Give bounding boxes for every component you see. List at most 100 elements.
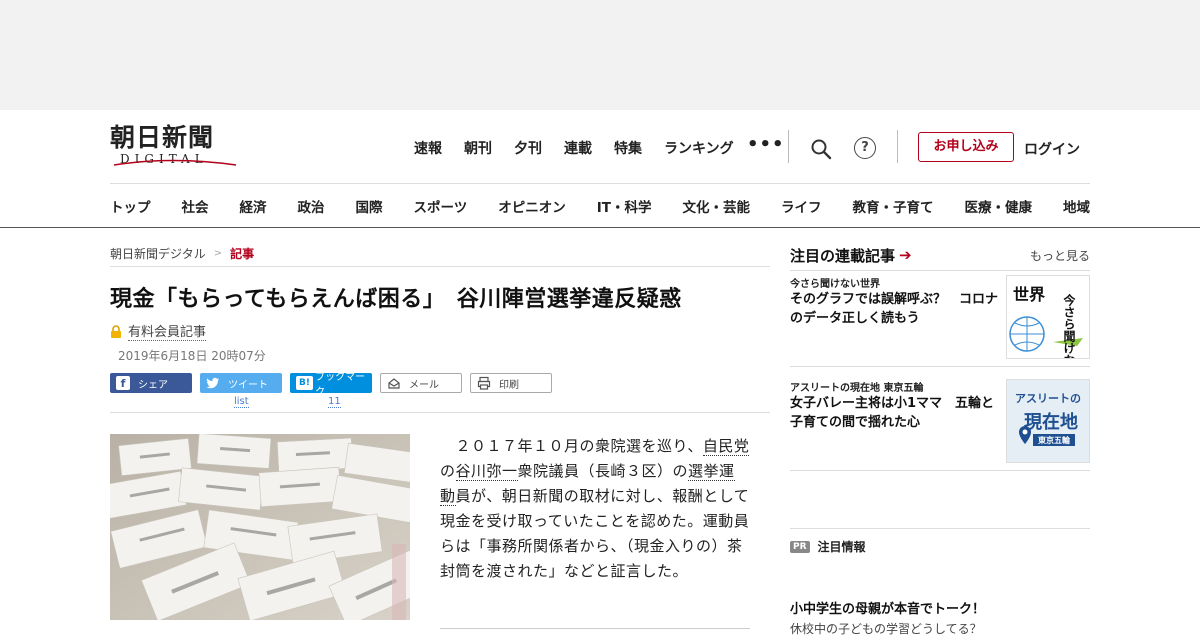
thumb-text-sekai: 世界 (1013, 285, 1045, 304)
category-health[interactable]: 医療・健康 (964, 196, 1032, 216)
category-opinion[interactable]: オピニオン (498, 196, 566, 216)
card-category: アスリートの現在地 東京五輪 (790, 383, 924, 394)
paid-member-text: 有料会員記事 (128, 321, 207, 341)
divider (110, 412, 770, 413)
hatena-bookmark-label: ブックマーク (315, 372, 366, 398)
body-text-4: 員が、朝日新聞の取材に対し、報酬として現金を受け取っていたことを認めた。運動員ら… (440, 487, 750, 580)
category-politics[interactable]: 政治 (298, 196, 325, 216)
print-icon (477, 376, 491, 390)
category-international[interactable]: 国際 (356, 196, 383, 216)
breadcrumb-home[interactable]: 朝日新聞デジタル (110, 245, 206, 262)
hatena-icon: B! (296, 376, 314, 390)
hatena-bookmark-button[interactable]: B! ブックマーク (290, 372, 372, 398)
thumb-text-genzaichi: 現在地 (1024, 411, 1078, 433)
topnav-sokuho[interactable]: 速報 (414, 138, 442, 158)
sidebar-heading-text: 注目の連載記事 (790, 246, 896, 265)
article-body: ２０１７年１０月の衆院選を巡り、自民党の谷川弥一衆院議員（長崎３区）の選挙運動員… (440, 434, 750, 584)
mail-share-label: メール (409, 379, 439, 391)
topnav-tokushu[interactable]: 特集 (614, 138, 642, 158)
body-text-3: 衆院議員（長崎３区）の (517, 462, 689, 480)
facebook-icon: f (116, 376, 130, 390)
card-thumbnail: 世界 今さら聞けない (1006, 275, 1090, 378)
site-logo[interactable]: 朝日新聞 DIGITAL (110, 124, 240, 168)
publish-date: 2019年6月18日 20時07分 (118, 349, 266, 363)
thumb-text-athlete: アスリートの (1015, 392, 1081, 405)
site-header: 朝日新聞 DIGITAL 速報 朝刊 夕刊 連載 特集 ランキング ••• ? … (0, 110, 1200, 228)
mail-share-button[interactable]: メール (380, 373, 462, 393)
category-sports[interactable]: スポーツ (414, 196, 468, 216)
help-icon[interactable]: ? (854, 137, 876, 159)
twitter-icon (206, 377, 219, 389)
sidebar-heading[interactable]: 注目の連載記事 ➔ (790, 245, 912, 266)
pr-heading: 注目情報 (817, 540, 866, 554)
logo-title: 朝日新聞 (110, 123, 215, 152)
card-category: 今さら聞けない世界 (790, 279, 880, 290)
breadcrumb: 朝日新聞デジタル > 記事 (110, 240, 770, 266)
article-headline: 現金「もらってもらえんば困る」 谷川陣営選挙違反疑惑 (110, 287, 682, 312)
facebook-share-label: シェア (138, 379, 168, 391)
thumb-text-tokyo: 東京五輪 (1038, 435, 1071, 445)
see-more-link[interactable]: もっと見る (1030, 247, 1090, 264)
article-main: 朝日新聞デジタル > 記事 現金「もらってもらえんば困る」 谷川陣営選挙違反疑惑… (110, 240, 770, 629)
serial-card[interactable]: 今さら聞けない世界 そのグラフでは誤解呼ぶ？ コロナのデータ正しく読もう 世界 … (790, 271, 1090, 378)
category-top[interactable]: トップ (110, 196, 151, 216)
divider (110, 266, 770, 267)
topnav-yukan[interactable]: 夕刊 (514, 138, 542, 158)
more-menu-icon[interactable]: ••• (747, 134, 785, 155)
topnav-choukan[interactable]: 朝刊 (464, 138, 492, 158)
category-life[interactable]: ライフ (781, 196, 822, 216)
body-text-1: ２０１７年１０月の衆院選を巡り、 (440, 437, 703, 455)
mail-icon (388, 378, 400, 389)
body-text-2: の (440, 462, 456, 480)
article-photo[interactable] (110, 434, 410, 620)
card-title: 女子バレー主将は小1ママ 五輪と子育ての間で揺れた心 (790, 396, 995, 430)
divider (440, 628, 750, 629)
search-icon[interactable] (810, 138, 832, 160)
envelopes-photo-image (110, 434, 410, 620)
share-bar: f シェア ツイート B! ブックマーク メール 印刷 (110, 372, 552, 398)
link-jiminto[interactable]: 自民党 (702, 437, 750, 456)
top-nav: 速報 朝刊 夕刊 連載 特集 ランキング (414, 138, 756, 158)
link-tanigawa[interactable]: 谷川弥一 (455, 462, 518, 481)
breadcrumb-current: 記事 (230, 246, 255, 261)
category-culture[interactable]: 文化・芸能 (682, 196, 750, 216)
lock-icon (111, 324, 121, 338)
print-button[interactable]: 印刷 (470, 373, 552, 393)
pr-badge: PR (790, 540, 810, 553)
card-title: そのグラフでは誤解呼ぶ？ コロナのデータ正しく読もう (790, 292, 999, 326)
pr-title[interactable]: 小中学生の母親が本音でトーク！ (790, 598, 985, 617)
card-thumbnail: アスリートの 現在地 東京五輪 (1006, 379, 1090, 463)
serial-card[interactable]: アスリートの現在地 東京五輪 女子バレー主将は小1ママ 五輪と子育ての間で揺れた… (790, 375, 1090, 471)
paid-member-label[interactable]: 有料会員記事 (110, 321, 770, 341)
login-link[interactable]: ログイン (1024, 139, 1080, 159)
header-divider (110, 183, 1090, 184)
sidebar-header: 注目の連載記事 ➔ もっと見る (790, 240, 1090, 270)
category-it-science[interactable]: IT・科学 (597, 196, 652, 216)
pr-subtitle[interactable]: 休校中の子どもの学習どうしてる？ (790, 620, 982, 637)
divider (897, 130, 898, 163)
category-local[interactable]: 地域 (1063, 196, 1090, 216)
category-economy[interactable]: 経済 (240, 196, 267, 216)
breadcrumb-separator: > (213, 247, 223, 259)
divider (788, 130, 789, 163)
category-nav: トップ 社会 経済 政治 国際 スポーツ オピニオン IT・科学 文化・芸能 ラ… (110, 196, 1090, 216)
twitter-share-label: ツイート (228, 379, 268, 391)
divider (790, 528, 1090, 529)
sidebar: 注目の連載記事 ➔ もっと見る 今さら聞けない世界 そのグラフでは誤解呼ぶ？ コ… (790, 240, 1090, 636)
print-label: 印刷 (499, 379, 519, 391)
logo-swoosh-icon (113, 159, 237, 166)
facebook-share-button[interactable]: f シェア (110, 373, 192, 393)
pr-header: PR 注目情報 (790, 538, 1090, 555)
thumb-text-imasara: 今さら聞けない (1062, 293, 1076, 358)
hatena-count[interactable]: 11 (328, 396, 341, 408)
category-education[interactable]: 教育・子育て (852, 196, 933, 216)
pr-section: PR 注目情報 小中学生の母親が本音でトーク！ 休校中の子どもの学習どうしてる？ (790, 528, 1090, 636)
topnav-ranking[interactable]: ランキング (664, 138, 734, 158)
topnav-rensai[interactable]: 連載 (564, 138, 592, 158)
twitter-count[interactable]: list (234, 396, 249, 408)
arrow-right-icon: ➔ (899, 246, 912, 264)
apply-button[interactable]: お申し込み (918, 132, 1014, 162)
category-society[interactable]: 社会 (182, 196, 209, 216)
ad-banner (0, 0, 1200, 110)
twitter-share-button[interactable]: ツイート (200, 373, 282, 393)
